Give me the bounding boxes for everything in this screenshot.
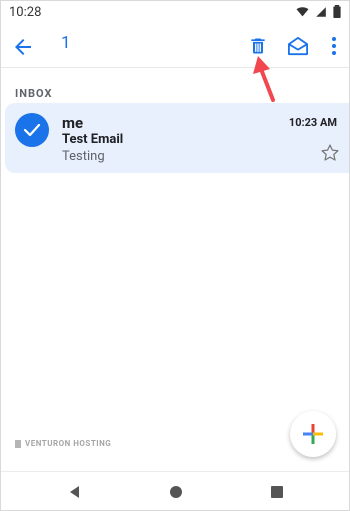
nav-back-button[interactable] — [67, 484, 83, 500]
checkmark-icon — [23, 123, 41, 137]
more-options-button[interactable] — [321, 33, 347, 59]
watermark: VENTURON HOSTING — [15, 439, 111, 448]
email-time: 10:23 AM — [288, 116, 337, 129]
circle-home-icon — [170, 486, 182, 498]
wifi-icon — [296, 6, 309, 16]
android-nav-bar — [1, 471, 349, 510]
back-button[interactable] — [11, 35, 35, 59]
email-snippet: Testing — [62, 149, 105, 164]
compose-plus-icon — [303, 424, 323, 444]
status-time: 10:28 — [9, 5, 42, 20]
annotation-arrow-icon — [253, 56, 275, 102]
star-button[interactable] — [320, 143, 340, 163]
delete-icon — [251, 38, 265, 54]
watermark-text: VENTURON HOSTING — [25, 439, 112, 448]
arrow-back-icon — [15, 39, 31, 55]
more-vert-icon — [332, 37, 336, 55]
email-subject: Test Email — [62, 132, 124, 147]
nav-home-button[interactable] — [168, 484, 184, 500]
watermark-logo-icon — [15, 439, 21, 448]
star-icon — [321, 144, 339, 161]
inbox-label: INBOX — [15, 87, 53, 100]
triangle-back-icon — [70, 486, 79, 498]
compose-button[interactable] — [290, 411, 336, 457]
battery-icon — [333, 5, 341, 18]
email-row[interactable]: me Test Email Testing 10:23 AM — [5, 103, 349, 173]
mark-unread-icon — [287, 36, 308, 56]
selected-count: 1 — [61, 33, 71, 53]
signal-icon — [316, 6, 326, 17]
status-bar: 10:28 — [1, 1, 349, 25]
square-recents-icon — [271, 486, 283, 498]
avatar[interactable] — [15, 113, 49, 147]
selection-toolbar: 1 — [1, 25, 349, 68]
nav-recents-button[interactable] — [269, 484, 285, 500]
gmail-screen: 10:28 1 INBOX me Test Email Testing 10:2… — [0, 0, 350, 511]
status-icons — [296, 5, 341, 18]
mark-unread-button[interactable] — [285, 33, 311, 59]
email-sender: me — [62, 114, 84, 132]
